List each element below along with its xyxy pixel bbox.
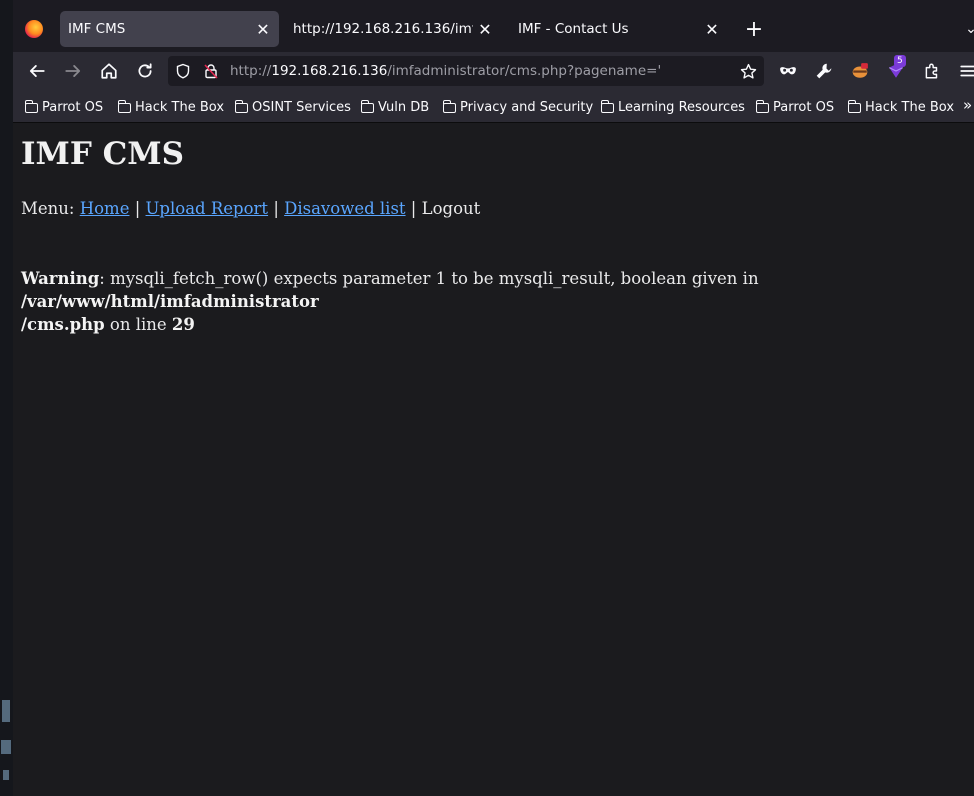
tracking-protection-shield-icon[interactable] <box>174 62 192 80</box>
bookmark-label: Hack The Box <box>865 99 955 115</box>
back-arrow-icon[interactable] <box>23 57 51 85</box>
bookmark-folder-parrot-os[interactable]: Parrot OS <box>24 98 104 116</box>
menu-link-upload-report[interactable]: Upload Report <box>146 199 269 218</box>
warning-file-path: /var/www/html/imfadministrator <box>21 292 319 311</box>
reload-icon[interactable] <box>131 57 159 85</box>
menu-separator: | <box>134 199 141 218</box>
tab-title: http://192.168.216.136/imfadministrator/… <box>293 21 473 37</box>
menu-link-disavowed-list[interactable]: Disavowed list <box>284 199 405 218</box>
extensions-puzzle-icon[interactable] <box>918 57 946 85</box>
url-host: 192.168.216.136 <box>271 63 388 79</box>
bookmark-folder-hack-the-box[interactable]: Hack The Box <box>117 98 225 116</box>
new-tab-plus-icon[interactable]: + <box>742 17 766 42</box>
wrench-icon[interactable] <box>810 57 838 85</box>
close-tab-icon[interactable]: ✕ <box>700 17 724 41</box>
bookmark-star-icon[interactable] <box>739 62 757 80</box>
private-mask-icon[interactable] <box>774 57 802 85</box>
folder-icon <box>442 100 456 113</box>
desktop-background-edge <box>0 0 13 796</box>
menu-link-home[interactable]: Home <box>80 199 130 218</box>
bookmark-label: Learning Resources <box>618 99 745 115</box>
bookmark-folder-privacy-security[interactable]: Privacy and Security <box>442 98 594 116</box>
warning-on-line: on line <box>104 315 172 334</box>
folder-icon <box>600 100 614 113</box>
more-bookmarks-chevron-icon[interactable]: » <box>963 96 972 114</box>
tab-strip: IMF CMS ✕ http://192.168.216.136/imfadmi… <box>13 0 974 52</box>
folder-icon <box>847 100 861 113</box>
page-title: IMF CMS <box>21 136 184 172</box>
bookmark-label: Parrot OS <box>42 99 104 115</box>
bookmark-folder-hack-the-box-2[interactable]: Hack The Box <box>847 98 955 116</box>
desktop-speck <box>1 740 11 754</box>
php-warning-message: Warning: mysqli_fetch_row() expects para… <box>21 267 971 336</box>
insecure-lock-icon[interactable] <box>202 62 220 80</box>
extension-count-badge: 5 <box>894 55 906 67</box>
tab-imf-cms[interactable]: IMF CMS ✕ <box>60 11 279 47</box>
menu-prefix: Menu: <box>21 199 75 218</box>
page-content: IMF CMS Menu: Home | Upload Report | Dis… <box>13 123 974 796</box>
desktop-speck <box>2 700 10 722</box>
url-path: /imfadministrator/cms.php?pagename=' <box>387 63 662 79</box>
warning-file-name: /cms.php <box>21 315 105 334</box>
menu-separator: | <box>410 199 417 218</box>
extension-burger-icon[interactable] <box>846 57 874 85</box>
folder-icon <box>234 100 248 113</box>
tab-title: IMF CMS <box>68 21 126 37</box>
folder-icon <box>360 100 374 113</box>
url-text[interactable]: http://192.168.216.136/imfadministrator/… <box>230 63 661 79</box>
home-icon[interactable] <box>95 57 123 85</box>
list-all-tabs-chevron-icon[interactable]: ⌄ <box>961 17 974 41</box>
app-menu-hamburger-icon[interactable] <box>954 57 974 85</box>
tab-title: IMF - Contact Us <box>518 21 629 37</box>
bookmarks-toolbar: Parrot OS Hack The Box OSINT Services Vu… <box>13 90 974 123</box>
navigation-toolbar: http://192.168.216.136/imfadministrator/… <box>13 52 974 90</box>
folder-icon <box>755 100 769 113</box>
bookmark-folder-parrot-os-2[interactable]: Parrot OS <box>755 98 835 116</box>
menu-separator: | <box>273 199 279 218</box>
url-scheme: http:// <box>230 63 272 79</box>
warning-text: : mysqli_fetch_row() expects parameter 1… <box>99 269 759 288</box>
close-tab-icon[interactable]: ✕ <box>473 17 497 41</box>
close-tab-icon[interactable]: ✕ <box>251 17 275 41</box>
menu-logout: Logout <box>421 199 481 218</box>
extension-purple-icon[interactable]: 5 <box>882 55 910 85</box>
warning-label: Warning <box>21 269 100 288</box>
desktop-speck <box>3 770 9 780</box>
bookmark-folder-learning-resources[interactable]: Learning Resources <box>600 98 745 116</box>
bookmark-folder-osint-services[interactable]: OSINT Services <box>234 98 351 116</box>
cms-menu: Menu: Home | Upload Report | Disavowed l… <box>21 199 480 218</box>
bookmark-label: Vuln DB <box>378 99 430 115</box>
tab-cms-url[interactable]: http://192.168.216.136/imfadministrator/… <box>285 11 501 47</box>
bookmark-label: OSINT Services <box>252 99 351 115</box>
bookmark-folder-vuln-db[interactable]: Vuln DB <box>360 98 430 116</box>
tab-imf-contact[interactable]: IMF - Contact Us ✕ <box>510 11 728 47</box>
folder-icon <box>24 100 38 113</box>
url-bar[interactable]: http://192.168.216.136/imfadministrator/… <box>168 56 764 86</box>
folder-icon <box>117 100 131 113</box>
firefox-logo-icon[interactable] <box>25 20 43 38</box>
bookmark-label: Privacy and Security <box>460 99 594 115</box>
forward-arrow-icon[interactable] <box>59 57 87 85</box>
bookmark-label: Parrot OS <box>773 99 835 115</box>
warning-line-number: 29 <box>171 315 195 334</box>
bookmark-label: Hack The Box <box>135 99 225 115</box>
